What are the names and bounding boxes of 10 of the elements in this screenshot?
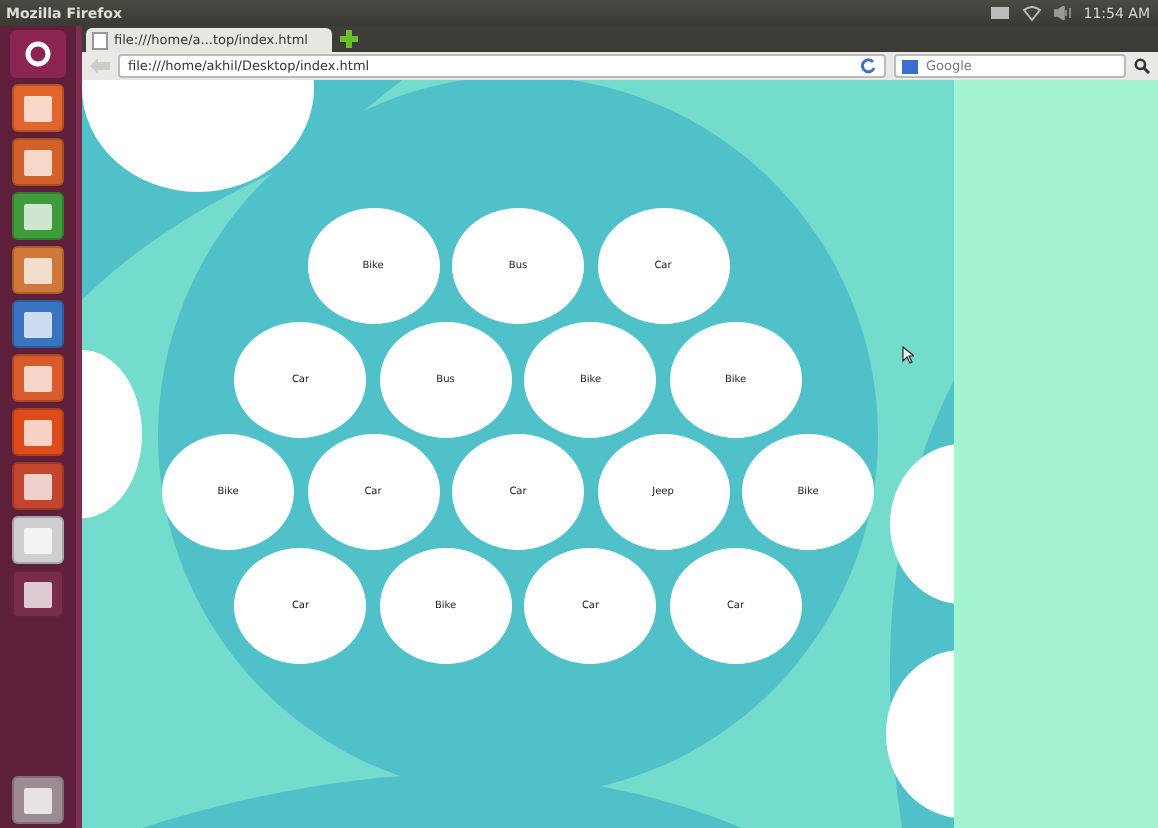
volume-icon[interactable] [1053, 6, 1072, 20]
wifi-icon[interactable] [1021, 5, 1042, 21]
reload-icon[interactable] [860, 58, 876, 74]
dash-button[interactable] [10, 30, 66, 78]
dash-logo-icon [24, 40, 52, 68]
mail-icon[interactable] [989, 6, 1010, 20]
search-icon[interactable] [1134, 58, 1150, 74]
new-tab-icon[interactable] [340, 30, 358, 48]
mouse-pointer-icon [902, 346, 914, 364]
page-icon [92, 31, 108, 49]
